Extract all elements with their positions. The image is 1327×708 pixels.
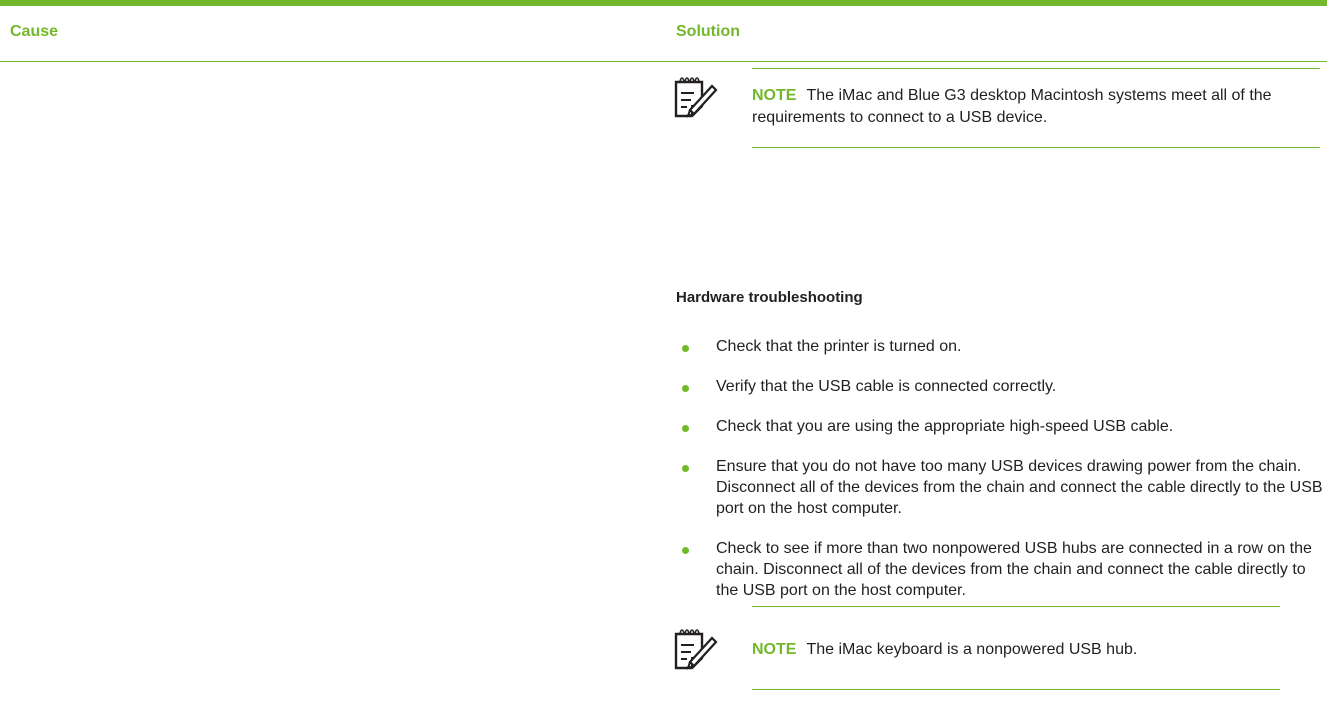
section-heading: Hardware troubleshooting [676, 289, 863, 306]
cause-column-header: Cause [10, 23, 59, 40]
list-item-text: Ensure that you do not have too many USB… [716, 458, 1323, 517]
note-text: NOTE The iMac and Blue G3 desktop Macinto… [752, 85, 1320, 129]
note-box: NOTE The iMac and Blue G3 desktop Macinto… [752, 68, 1320, 148]
note-box: NOTE The iMac keyboard is a nonpowered US… [752, 606, 1280, 690]
bullet-dot [682, 425, 689, 432]
bullet-dot [682, 465, 689, 472]
note-label: NOTE [752, 87, 797, 104]
list-item-text: Check that you are using the appropriate… [716, 418, 1174, 435]
list-item-text: Check that the printer is turned on. [716, 338, 962, 355]
note-label: NOTE [752, 641, 797, 658]
list-item-text: Check to see if more than two nonpowered… [716, 540, 1312, 599]
note-body: The iMac and Blue G3 desktop Macintosh s… [752, 87, 1272, 126]
note-pencil-icon [672, 72, 718, 122]
bullet-dot [682, 345, 689, 352]
bullet-dot [682, 385, 689, 392]
table-header-row: Cause Solution [0, 6, 1327, 62]
note-body: The iMac keyboard is a nonpowered USB hu… [806, 641, 1138, 658]
note-pencil-icon [672, 624, 718, 674]
note-text: NOTE The iMac keyboard is a nonpowered US… [752, 639, 1280, 661]
list-item-text: Verify that the USB cable is connected c… [716, 378, 1057, 395]
solution-column-header: Solution [676, 23, 740, 40]
bullet-dot [682, 547, 689, 554]
